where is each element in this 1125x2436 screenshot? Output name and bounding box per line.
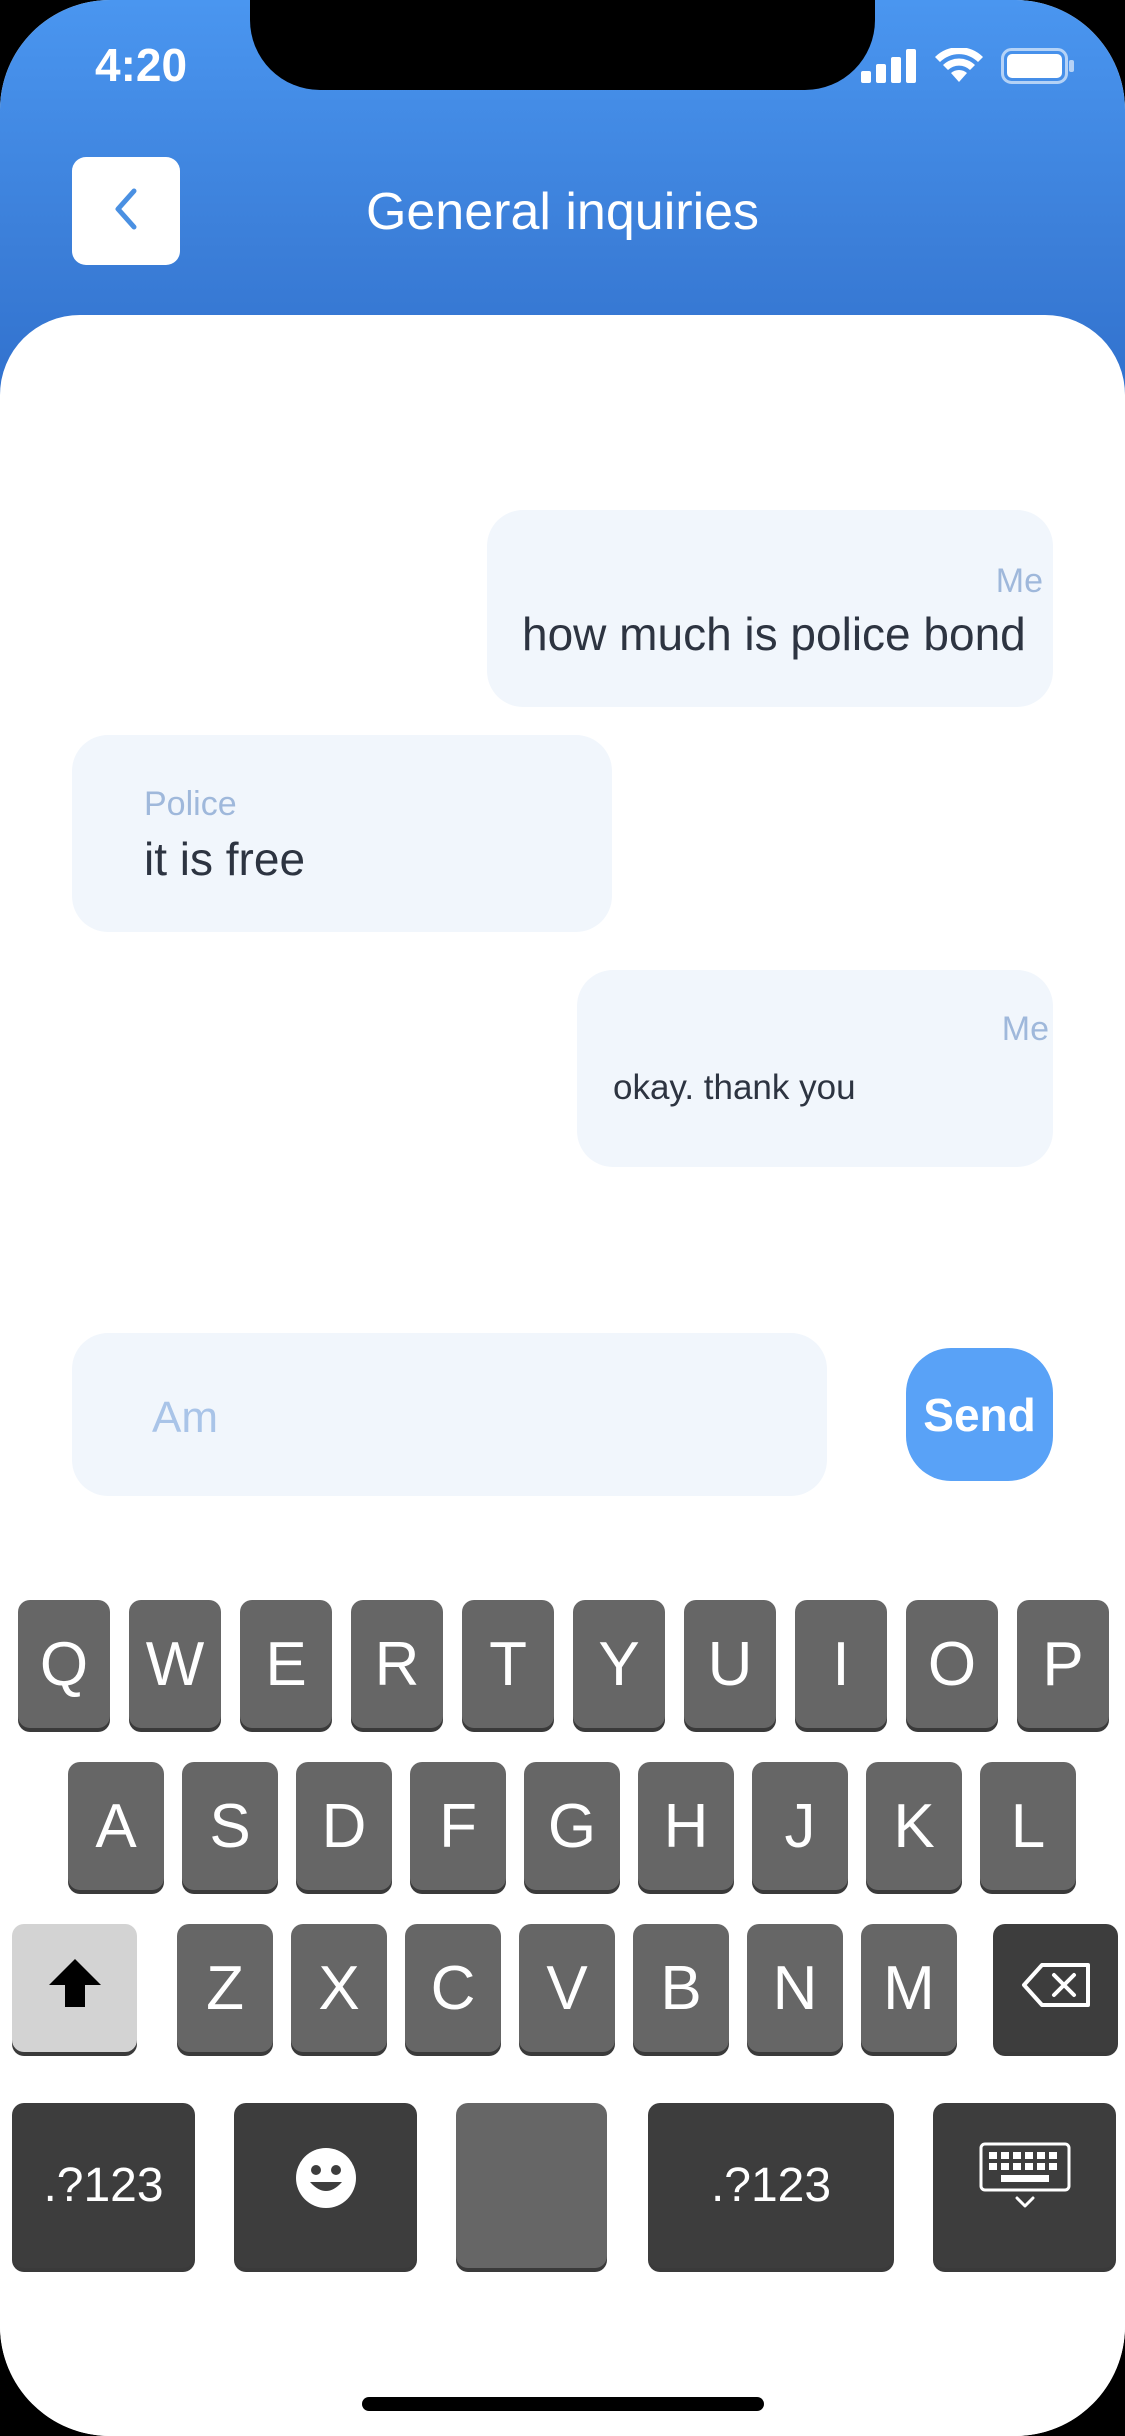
key-g[interactable]: G — [524, 1762, 620, 1890]
key-e[interactable]: E — [240, 1600, 332, 1728]
message-text: it is free — [144, 833, 306, 885]
key-i[interactable]: I — [795, 1600, 887, 1728]
key-l[interactable]: L — [980, 1762, 1076, 1890]
message-sender: Me — [995, 562, 1043, 600]
message-input-value: Am — [152, 1393, 218, 1442]
message-bubble-outgoing: Me okay. thank you — [577, 970, 1053, 1167]
home-indicator — [362, 2397, 764, 2411]
shift-key[interactable] — [12, 1924, 137, 2052]
key-n[interactable]: N — [747, 1924, 843, 2052]
backspace-icon — [1020, 1953, 1092, 2024]
key-w[interactable]: W — [129, 1600, 221, 1728]
key-a[interactable]: A — [68, 1762, 164, 1890]
signal-icon — [861, 49, 917, 88]
key-b[interactable]: B — [633, 1924, 729, 2052]
message-input[interactable]: Am — [72, 1333, 827, 1496]
battery-icon — [1001, 48, 1075, 89]
key-x[interactable]: X — [291, 1924, 387, 2052]
key-t[interactable]: T — [462, 1600, 554, 1728]
key-m[interactable]: M — [861, 1924, 957, 2052]
key-v[interactable]: V — [519, 1924, 615, 2052]
key-y[interactable]: Y — [573, 1600, 665, 1728]
key-u[interactable]: U — [684, 1600, 776, 1728]
page-title: General inquiries — [365, 183, 760, 241]
key-z[interactable]: Z — [177, 1924, 273, 2052]
key-j[interactable]: J — [752, 1762, 848, 1890]
symbols-key-right[interactable]: .?123 — [648, 2103, 894, 2268]
message-text: how much is police bond — [522, 608, 1026, 660]
message-bubble-incoming: Police it is free — [72, 735, 612, 932]
status-icons — [861, 47, 1075, 89]
message-sender: Me — [1001, 1010, 1049, 1048]
symbols-key-left[interactable]: .?123 — [12, 2103, 195, 2268]
key-s[interactable]: S — [182, 1762, 278, 1890]
key-o[interactable]: O — [906, 1600, 998, 1728]
key-c[interactable]: C — [405, 1924, 501, 2052]
device-notch — [250, 0, 875, 90]
key-f[interactable]: F — [410, 1762, 506, 1890]
shift-icon — [47, 1953, 103, 2024]
message-sender: Police — [144, 785, 237, 823]
emoji-key[interactable] — [234, 2103, 417, 2268]
chat-screen: 4:20 General inquiries Me how much is po… — [0, 0, 1125, 2436]
status-time: 4:20 — [95, 39, 188, 91]
key-q[interactable]: Q — [18, 1600, 110, 1728]
space-key[interactable] — [456, 2103, 607, 2268]
key-k[interactable]: K — [866, 1762, 962, 1890]
wifi-icon — [935, 47, 983, 89]
backspace-key[interactable] — [993, 1924, 1118, 2052]
smiley-icon — [294, 2146, 358, 2225]
key-d[interactable]: D — [296, 1762, 392, 1890]
send-button[interactable]: Send — [906, 1348, 1053, 1481]
message-text: okay. thank you — [613, 1068, 856, 1107]
key-h[interactable]: H — [638, 1762, 734, 1890]
hide-keyboard-key[interactable] — [933, 2103, 1116, 2268]
message-bubble-outgoing: Me how much is police bond — [487, 510, 1053, 707]
keyboard-hide-icon — [979, 2142, 1071, 2229]
key-p[interactable]: P — [1017, 1600, 1109, 1728]
key-r[interactable]: R — [351, 1600, 443, 1728]
